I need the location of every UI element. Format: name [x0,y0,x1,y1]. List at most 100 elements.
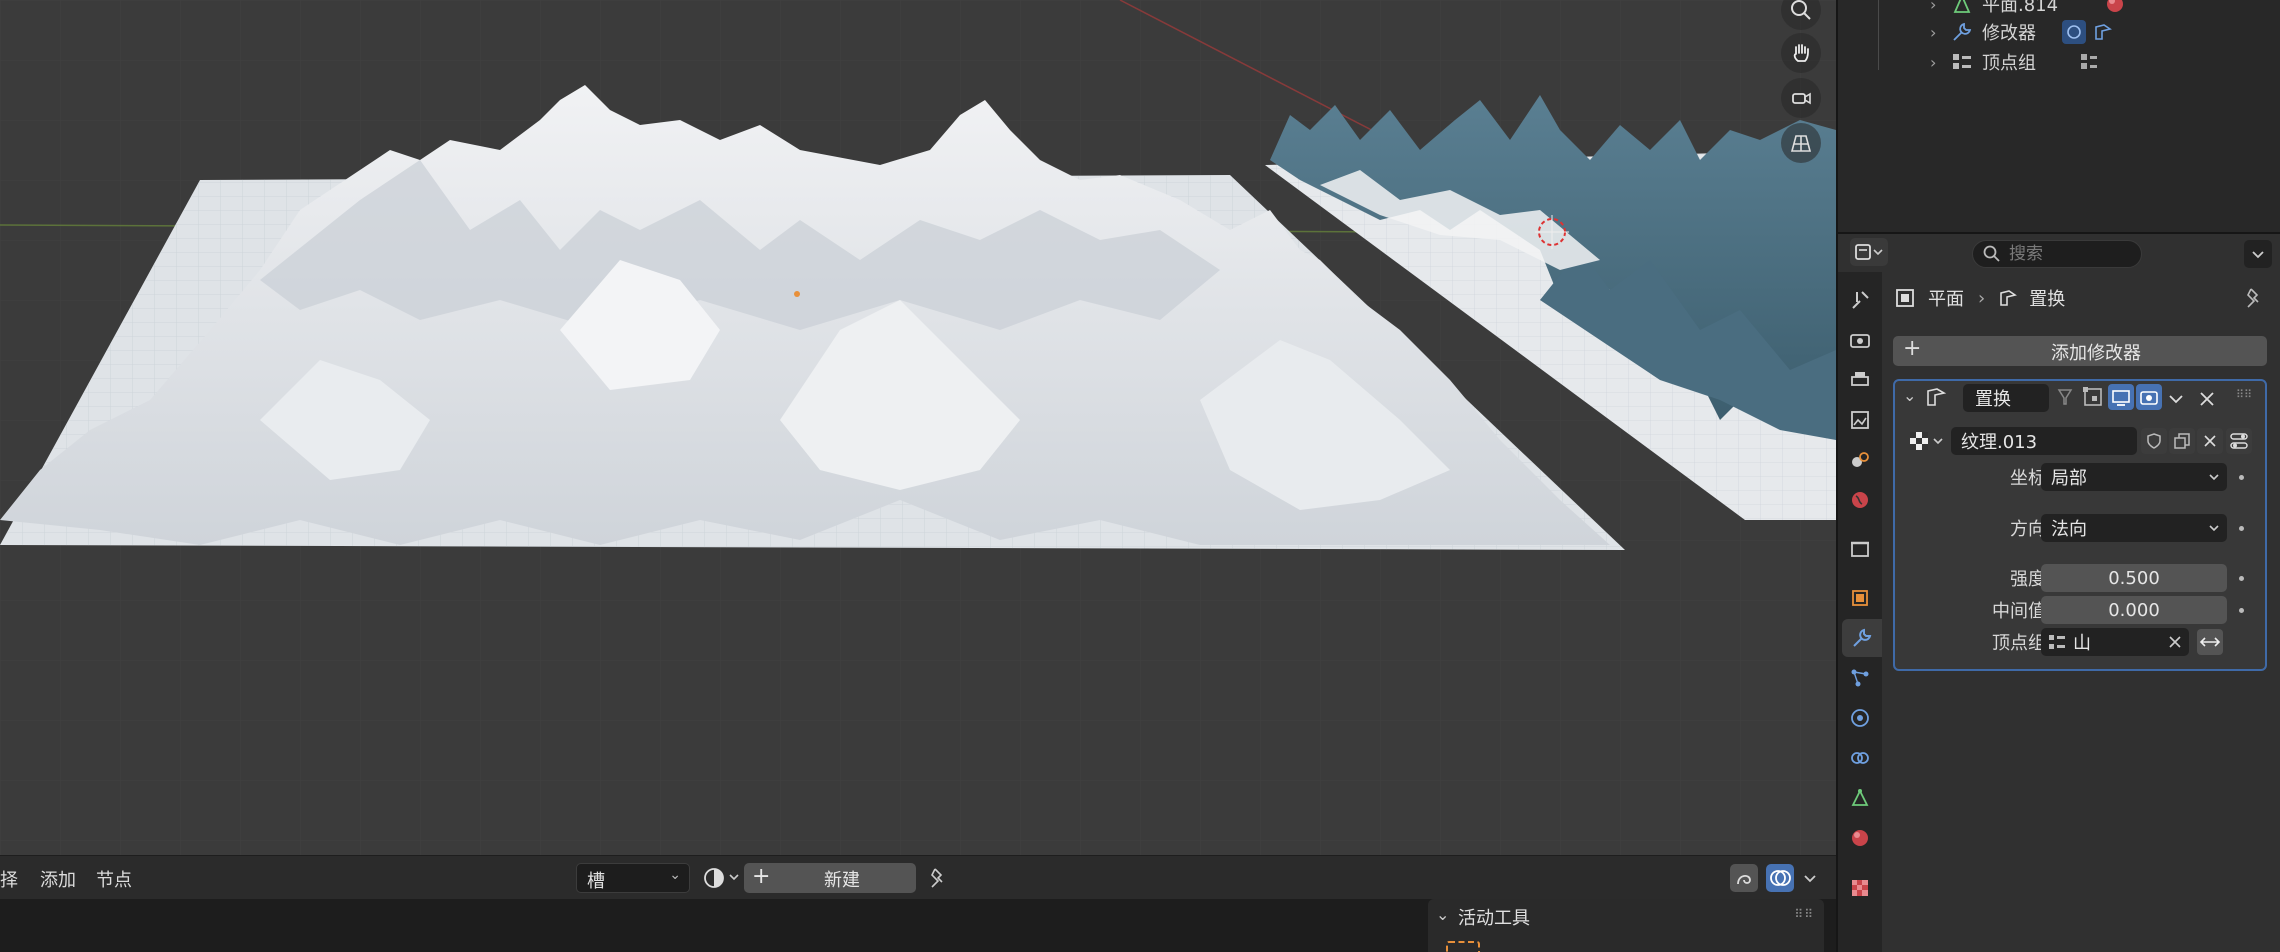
pan-hand-icon[interactable] [1781,33,1821,73]
plus-icon: + [752,864,771,889]
chevron-down-icon[interactable]: ⌄ [1903,386,1923,410]
outliner-row-label: 平面.814 [1982,0,2059,16]
displace-modifier-icon [2000,290,2018,306]
properties-search-input[interactable]: 搜索 [1972,240,2142,268]
texture-name: 纹理.013 [1961,432,2038,453]
material-sphere-icon [704,868,739,888]
object-icon [1852,590,1868,606]
displace-modifier-icon [1927,388,1947,406]
tab-physics[interactable] [1840,699,1880,737]
remove-modifier-icon[interactable] [2196,386,2218,410]
pin-icon[interactable] [2242,286,2266,310]
outliner-row-mesh[interactable]: › 平面.814 [1930,0,2126,18]
render-camera-icon [1850,334,1870,348]
slot-select[interactable]: 槽 ⌄ [576,863,690,893]
strength-slider[interactable]: 0.500 [2041,564,2227,592]
tab-object[interactable] [1840,579,1880,617]
texture-name-input[interactable]: 纹理.013 [1951,427,2137,455]
perspective-grid-icon[interactable] [1781,123,1821,163]
overlays-icon[interactable] [1766,864,1794,892]
box-select-tool-icon[interactable] [1446,941,1480,952]
keyframe-dot-icon[interactable] [2239,526,2244,531]
tab-data[interactable] [1840,779,1880,817]
physics-icon [1851,709,1869,727]
outliner-row-label: 修改器 [1982,23,2036,44]
edit-mode-icon[interactable] [2080,384,2106,410]
menu-node[interactable]: 节点 [96,866,132,892]
midlevel-label: 中间值 [1992,601,2046,622]
camera-view-icon[interactable] [1781,78,1821,118]
tool-icon [1852,291,1869,309]
chevron-right-icon[interactable]: › [1930,53,1950,72]
tab-tool[interactable] [1840,281,1880,319]
plus-icon: + [1903,336,1922,361]
vertex-group-icon [2049,635,2065,649]
outliner-row-vertex-groups[interactable]: › 顶点组 [1930,48,2100,76]
texture-properties-toggle-icon[interactable] [2226,428,2252,454]
printer-icon [1851,372,1869,386]
chevron-right-icon[interactable]: › [1930,0,1950,14]
keyframe-dot-icon[interactable] [2239,608,2244,613]
tab-world[interactable] [1840,481,1880,519]
overlay-toggle-icon[interactable] [1730,864,1758,892]
tab-collection[interactable] [1840,530,1880,568]
tab-texture[interactable] [1840,869,1880,907]
tab-render[interactable] [1840,321,1880,359]
drag-handle-icon[interactable]: ⠿⠿ [2236,388,2254,406]
direction-select[interactable]: 法向 [2041,514,2227,542]
tab-modifiers[interactable] [1842,619,1882,657]
chevron-down-icon [2209,525,2219,532]
tab-particles[interactable] [1840,659,1880,697]
node-editor-area[interactable]: ⌄ 活动工具 ⠿⠿ [0,899,1836,952]
drag-handle-icon[interactable]: ⠿⠿ [1794,907,1814,921]
menu-select[interactable]: 择 [0,866,18,892]
tab-scene[interactable] [1840,441,1880,479]
material-icon [1852,830,1868,846]
tab-material[interactable] [1840,819,1880,857]
outliner-row-label: 顶点组 [1982,53,2036,74]
keyframe-dot-icon[interactable] [2239,576,2244,581]
duplicate-icon[interactable] [2169,428,2195,454]
add-modifier-label: 添加修改器 [2051,343,2141,364]
modifier-name: 置换 [1975,389,2011,410]
material-browse-button[interactable] [700,864,742,892]
midlevel-slider[interactable]: 0.000 [2041,596,2227,624]
chevron-right-icon: › [1978,287,1986,309]
add-modifier-button[interactable]: + 添加修改器 [1893,336,2267,366]
breadcrumb: 平面 › 置换 [1894,284,2065,312]
modifier-name-input[interactable]: 置换 [1963,384,2049,412]
new-material-button[interactable]: + 新建 [744,863,916,893]
chevron-right-icon[interactable]: › [1930,23,1950,42]
constraint-icon [1851,752,1869,764]
vertex-group-label: 顶点组 [1992,633,2046,654]
outliner[interactable]: › 平面.814 › 修改器 › 顶点组 [1838,0,2280,232]
vertex-group-field[interactable]: 山 [2041,628,2189,656]
keyframe-dot-icon[interactable] [2239,475,2244,480]
coordinates-select[interactable]: 局部 [2041,463,2227,491]
node-editor-header: 择 添加 节点 槽 ⌄ + 新建 [0,855,1836,899]
tab-constraints[interactable] [1840,739,1880,777]
viewport-scene [0,0,1836,855]
fake-user-shield-icon[interactable] [2141,428,2167,454]
menu-add[interactable]: 添加 [40,866,76,892]
show-in-viewport-icon[interactable] [2108,384,2134,410]
3d-viewport[interactable] [0,0,1836,855]
options-dropdown-button[interactable] [2244,240,2272,268]
edit-mode-cage-icon[interactable] [2052,384,2078,410]
overlays-dropdown-icon[interactable] [1798,864,1822,892]
clear-icon[interactable] [2167,634,2183,650]
hull-modifier-icon[interactable] [2062,20,2086,44]
show-in-render-icon[interactable] [2136,384,2162,410]
vertex-group-icon [2081,54,2097,69]
outliner-row-modifiers[interactable]: › 修改器 [1930,18,2114,46]
texture-browse-button[interactable] [1907,427,1947,455]
search-icon [1983,245,2000,262]
modifier-dropdown-icon[interactable] [2166,386,2186,410]
invert-vertex-group-icon[interactable] [2197,629,2223,655]
pin-icon[interactable] [926,866,950,890]
tab-output[interactable] [1840,361,1880,399]
unlink-icon[interactable] [2197,428,2223,454]
tab-view-layer[interactable] [1840,401,1880,439]
editor-type-button[interactable] [1850,238,1888,266]
chevron-down-icon[interactable]: ⌄ [1436,905,1449,924]
